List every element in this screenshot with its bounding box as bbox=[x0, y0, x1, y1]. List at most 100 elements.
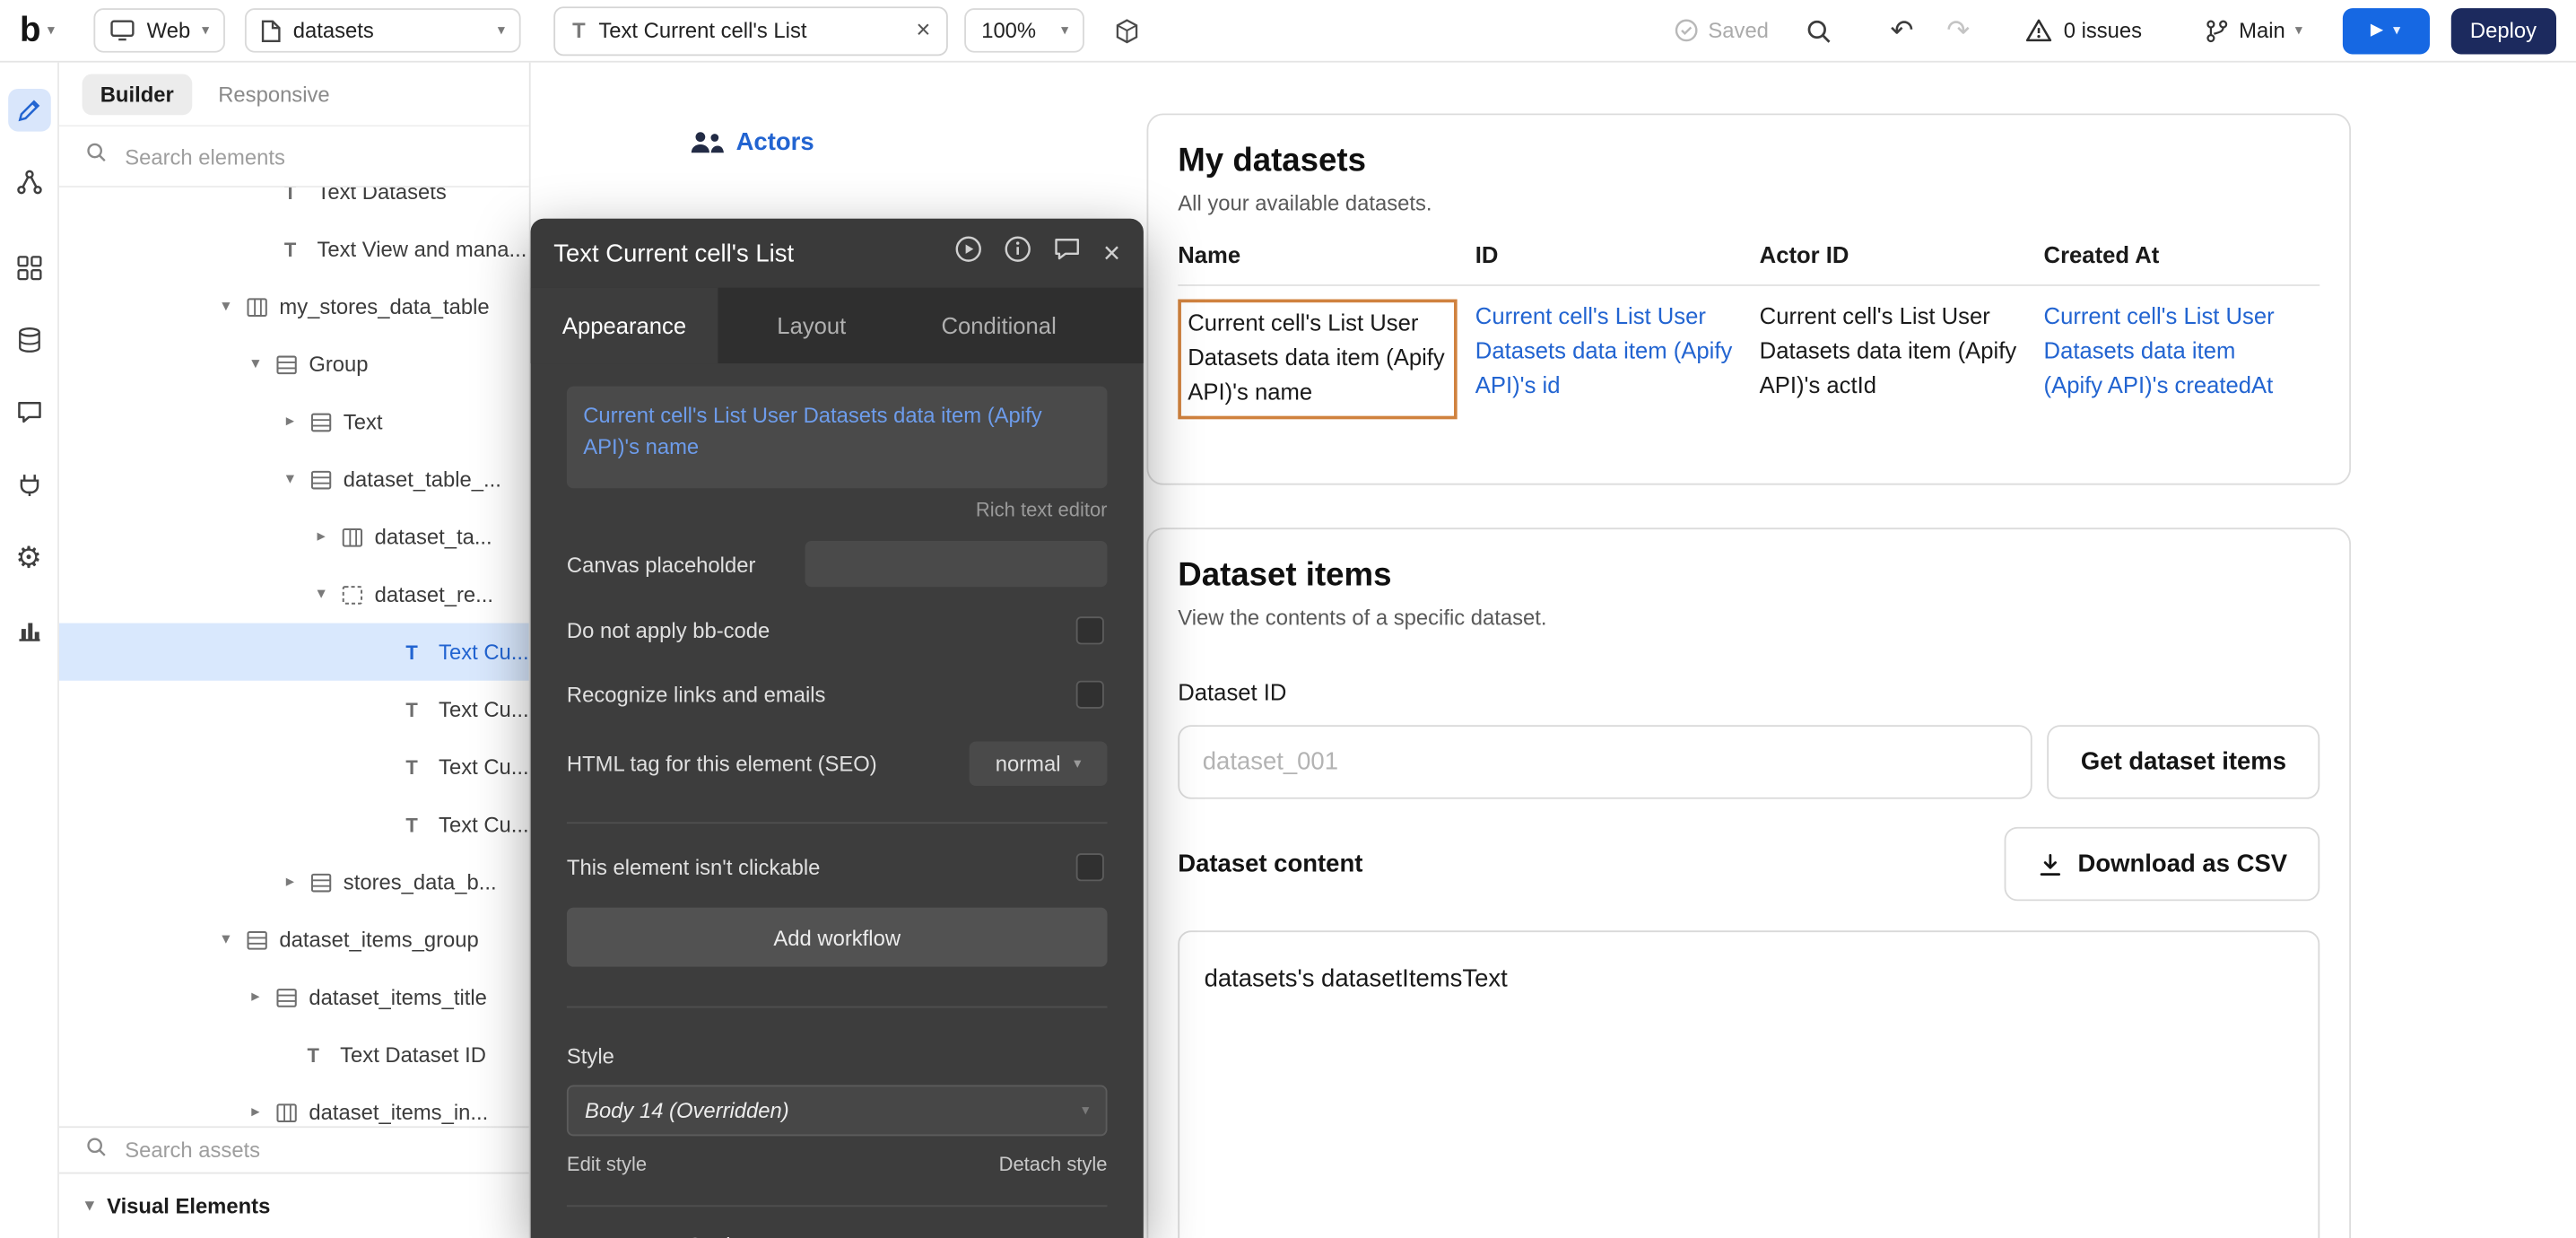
tab-builder[interactable]: Builder bbox=[83, 74, 192, 115]
rich-text-expression-input[interactable]: Current cell's List User Datasets data i… bbox=[567, 387, 1108, 489]
tree-item-text[interactable]: ▸Text bbox=[59, 393, 529, 450]
add-workflow-button[interactable]: Add workflow bbox=[567, 908, 1108, 967]
zoom-selector[interactable]: 100% ▾ bbox=[965, 8, 1085, 52]
dataset-cell[interactable]: Current cell's List User Datasets data i… bbox=[1475, 300, 1760, 420]
database-icon[interactable] bbox=[7, 319, 50, 362]
chat-icon[interactable] bbox=[7, 391, 50, 434]
actors-heading[interactable]: Actors bbox=[688, 128, 814, 156]
caret-down-icon[interactable]: ▾ bbox=[318, 585, 342, 603]
info-icon[interactable] bbox=[1005, 235, 1032, 271]
tree-item-label: dataset_re... bbox=[375, 582, 493, 606]
open-element-tab[interactable]: T Text Current cell's List × bbox=[554, 5, 949, 55]
dataset-cell[interactable]: Current cell's List User Datasets data i… bbox=[1178, 300, 1475, 420]
download-icon bbox=[2037, 850, 2063, 876]
search-icon[interactable] bbox=[1805, 17, 1831, 43]
tree-item-stores-data-b[interactable]: ▸stores_data_b... bbox=[59, 853, 529, 911]
not-clickable-checkbox[interactable] bbox=[1076, 853, 1104, 881]
search-icon bbox=[85, 142, 107, 171]
dataset-id-input[interactable] bbox=[1178, 725, 2032, 798]
platform-selector[interactable]: Web ▾ bbox=[94, 8, 226, 52]
tree-item-dataset-items-title[interactable]: ▸dataset_items_title bbox=[59, 968, 529, 1025]
tree-item-dataset-table[interactable]: ▾dataset_table_... bbox=[59, 450, 529, 508]
tree-item-text-dataset-id[interactable]: TText Dataset ID bbox=[59, 1026, 529, 1084]
style-select[interactable]: Body 14 (Overridden) ▾ bbox=[567, 1085, 1108, 1137]
get-dataset-items-button[interactable]: Get dataset items bbox=[2048, 725, 2320, 798]
detach-style-link[interactable]: Detach style bbox=[999, 1153, 1108, 1176]
rich-text-expression: Current cell's List User Datasets data i… bbox=[583, 403, 1041, 458]
component-library-button[interactable] bbox=[1115, 17, 1141, 43]
caret-right-icon[interactable]: ▸ bbox=[251, 988, 275, 1006]
tree-item-dataset-items-in[interactable]: ▸dataset_items_in... bbox=[59, 1084, 529, 1127]
dataset-cell[interactable]: Current cell's List User Datasets data i… bbox=[2044, 300, 2320, 420]
caret-right-icon[interactable]: ▸ bbox=[318, 527, 342, 545]
caret-down-icon[interactable]: ▾ bbox=[222, 930, 246, 948]
design-pencil-icon[interactable] bbox=[7, 89, 50, 132]
preview-button[interactable]: ▶ ▾ bbox=[2342, 7, 2429, 53]
text-element-icon: T bbox=[572, 18, 586, 42]
tree-item-text-view-and-mana[interactable]: TText View and mana... bbox=[59, 221, 529, 278]
page-selector[interactable]: datasets ▾ bbox=[246, 8, 522, 52]
tab-responsive[interactable]: Responsive bbox=[218, 82, 329, 106]
dataset-items-card[interactable]: Dataset items View the contents of a spe… bbox=[1146, 527, 2351, 1238]
get-dataset-items-label: Get dataset items bbox=[2081, 748, 2286, 776]
tree-item-text-datasets[interactable]: TText Datasets bbox=[59, 187, 529, 221]
my-datasets-card[interactable]: My datasets All your available datasets.… bbox=[1146, 113, 2351, 484]
caret-right-icon[interactable]: ▸ bbox=[251, 1103, 275, 1121]
comment-icon[interactable] bbox=[1054, 235, 1082, 271]
inspector-header[interactable]: Text Current cell's List × bbox=[531, 219, 1144, 288]
tab-appearance[interactable]: Appearance bbox=[531, 288, 718, 363]
selected-element-outline[interactable]: Current cell's List User Datasets data i… bbox=[1178, 300, 1457, 420]
caret-right-icon[interactable]: ▸ bbox=[286, 413, 310, 431]
workflow-icon[interactable] bbox=[7, 161, 50, 205]
edit-style-link[interactable]: Edit style bbox=[567, 1153, 647, 1176]
caret-right-icon[interactable]: ▸ bbox=[286, 873, 310, 891]
toolbar-right-cluster: Saved ↶ ↷ 0 issues Main ▾ ▶ ▾ Deploy bbox=[1674, 7, 2556, 53]
card-subtitle: All your available datasets. bbox=[1178, 191, 2319, 215]
recognize-links-checkbox[interactable] bbox=[1076, 681, 1104, 709]
plugin-icon[interactable] bbox=[7, 464, 50, 507]
settings-gear-icon[interactable]: ⚙ bbox=[7, 536, 50, 579]
tree-item-dataset-ta[interactable]: ▸dataset_ta... bbox=[59, 508, 529, 565]
group-element-icon bbox=[310, 412, 340, 432]
caret-down-icon[interactable]: ▾ bbox=[222, 298, 246, 316]
tree-item-dataset-re[interactable]: ▾ dataset_re... bbox=[59, 565, 529, 623]
tree-item-label: dataset_items_group bbox=[279, 928, 478, 952]
table-element-icon bbox=[276, 1103, 306, 1122]
tab-layout[interactable]: Layout bbox=[718, 288, 905, 363]
deploy-button[interactable]: Deploy bbox=[2450, 7, 2556, 53]
canvas-placeholder-input[interactable] bbox=[805, 541, 1107, 587]
close-icon[interactable]: × bbox=[916, 18, 930, 42]
logs-chart-icon[interactable] bbox=[7, 608, 50, 651]
visual-elements-section[interactable]: ▾ Visual Elements bbox=[59, 1173, 529, 1238]
tree-item-text-cu[interactable]: TText Cu... bbox=[59, 738, 529, 796]
repeat-element-icon bbox=[342, 585, 371, 605]
close-icon[interactable]: × bbox=[1103, 239, 1120, 268]
caret-down-icon[interactable]: ▾ bbox=[251, 355, 275, 373]
undo-icon[interactable]: ↶ bbox=[1890, 16, 1913, 44]
search-elements-input[interactable] bbox=[122, 143, 483, 170]
run-workflow-icon[interactable] bbox=[955, 235, 983, 271]
caret-down-icon: ▾ bbox=[85, 1197, 93, 1215]
dataset-cell[interactable]: Current cell's List User Datasets data i… bbox=[1760, 300, 2044, 420]
layout-grid-icon[interactable] bbox=[7, 247, 50, 290]
caret-down-icon[interactable]: ▾ bbox=[286, 470, 310, 488]
group-element-icon bbox=[310, 872, 340, 892]
tree-item-my-stores-data-table[interactable]: ▾my_stores_data_table bbox=[59, 278, 529, 336]
tab-conditional[interactable]: Conditional bbox=[905, 288, 1092, 363]
tree-item-text-cu[interactable]: TText Cu... bbox=[59, 796, 529, 853]
dataset-content-box[interactable]: datasets's datasetItemsText bbox=[1178, 930, 2319, 1238]
rich-text-editor-link[interactable]: Rich text editor bbox=[567, 498, 1108, 521]
tree-item-text-cu[interactable]: TText Cu... bbox=[59, 681, 529, 738]
tree-item-text-cu[interactable]: TText Cu... bbox=[59, 623, 529, 681]
search-assets-input[interactable] bbox=[122, 1136, 450, 1164]
app-logo-menu[interactable]: b ▾ bbox=[20, 13, 55, 48]
redo-icon[interactable]: ↷ bbox=[1946, 16, 1970, 44]
download-csv-label: Download as CSV bbox=[2078, 850, 2288, 877]
html-tag-select[interactable]: normal ▾ bbox=[970, 742, 1108, 786]
issues-indicator[interactable]: 0 issues bbox=[2026, 18, 2143, 42]
bbcode-checkbox[interactable] bbox=[1076, 616, 1104, 644]
download-csv-button[interactable]: Download as CSV bbox=[2005, 827, 2320, 901]
branch-selector[interactable]: Main ▾ bbox=[2205, 17, 2302, 43]
tree-item-group[interactable]: ▾Group bbox=[59, 336, 529, 393]
tree-item-dataset-items-group[interactable]: ▾ dataset_items_group bbox=[59, 911, 529, 968]
